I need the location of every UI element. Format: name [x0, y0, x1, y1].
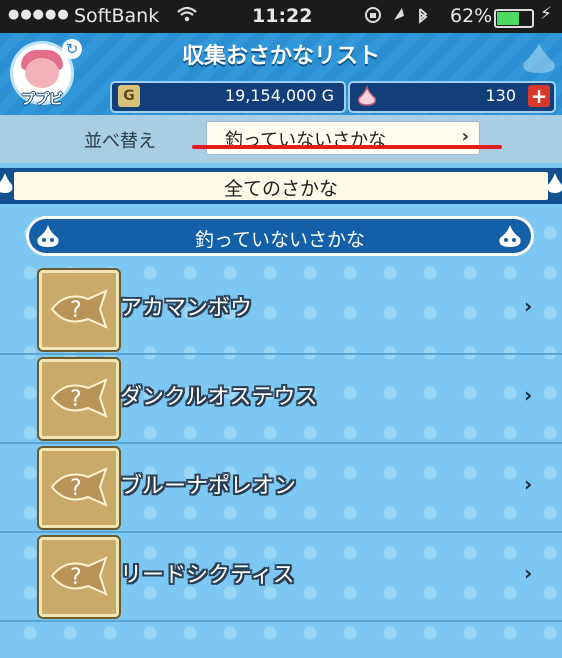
sort-label: 並べ替え — [84, 131, 156, 152]
fish-name: アカマンボウ — [120, 296, 253, 321]
clock: 11:22 — [252, 5, 313, 27]
all-fish-banner: 全てのさかな — [0, 168, 562, 204]
slime-icon — [547, 173, 562, 193]
slime-icon — [0, 173, 13, 193]
red-underline-annotation — [192, 145, 502, 149]
username: ププビ — [21, 92, 63, 108]
gold-icon: G — [118, 85, 140, 107]
chevron-right-icon: › — [524, 561, 533, 585]
chevron-right-icon: › — [524, 383, 533, 407]
slime-icon — [523, 43, 555, 73]
gem-display: 130 + — [348, 81, 556, 113]
unknown-fish-icon: ? — [39, 270, 119, 350]
fish-name: リードシクティス — [120, 563, 295, 588]
all-fish-label: 全てのさかな — [223, 178, 338, 200]
svg-text:?: ? — [70, 298, 82, 323]
carrier-name: SoftBank — [74, 5, 160, 27]
unknown-fish-icon: ? — [39, 448, 119, 528]
add-gems-button[interactable]: + — [528, 85, 550, 107]
category-label: 釣っていないさかな — [194, 229, 366, 251]
unknown-fish-icon: ? — [39, 537, 119, 617]
chevron-right-icon: › — [461, 126, 469, 147]
list-item[interactable]: ? ブルーナポレオン › — [0, 442, 562, 533]
svg-text:?: ? — [70, 387, 82, 412]
sort-bar: 並べ替え 釣っていないさかな › — [0, 115, 562, 163]
unknown-fish-icon: ? — [39, 359, 119, 439]
chevron-right-icon: › — [524, 294, 533, 318]
list-item[interactable]: ? アカマンボウ › — [0, 264, 562, 355]
sort-dropdown[interactable]: 釣っていないさかな › — [206, 121, 480, 155]
charging-icon: ⚡ — [540, 4, 552, 24]
battery-percent: 62% — [450, 5, 493, 27]
status-bar: ●●●●● SoftBank 11:22 62% ⚡ — [0, 0, 562, 33]
gold-amount: 19,154,000 G — [224, 86, 334, 105]
category-header: 釣っていないさかな — [26, 216, 534, 256]
list-item[interactable]: ? ダンクルオステウス › — [0, 353, 562, 444]
system-status-icons — [364, 4, 444, 31]
wifi-icon — [176, 3, 198, 30]
fish-name: ブルーナポレオン — [120, 474, 297, 499]
list-item[interactable]: ? リードシクティス › — [0, 531, 562, 622]
page-title: 収集おさかなリスト — [181, 44, 380, 69]
gem-amount: 130 — [485, 86, 516, 105]
battery-icon — [494, 9, 534, 28]
svg-text:?: ? — [70, 565, 82, 590]
header: ↻ ププビ 収集おさかなリスト G 19,154,000 G 130 + — [0, 33, 562, 115]
fish-name: ダンクルオステウス — [120, 385, 318, 410]
avatar-face — [25, 58, 59, 88]
gold-display: G 19,154,000 G — [110, 81, 346, 113]
slime-icon — [499, 225, 521, 247]
all-fish-banner-inner: 全てのさかな — [14, 172, 548, 200]
gem-icon — [357, 85, 377, 106]
signal-strength-icon: ●●●●● — [8, 7, 70, 22]
svg-text:?: ? — [70, 476, 82, 501]
chevron-right-icon: › — [524, 472, 533, 496]
refresh-icon[interactable]: ↻ — [62, 39, 82, 59]
